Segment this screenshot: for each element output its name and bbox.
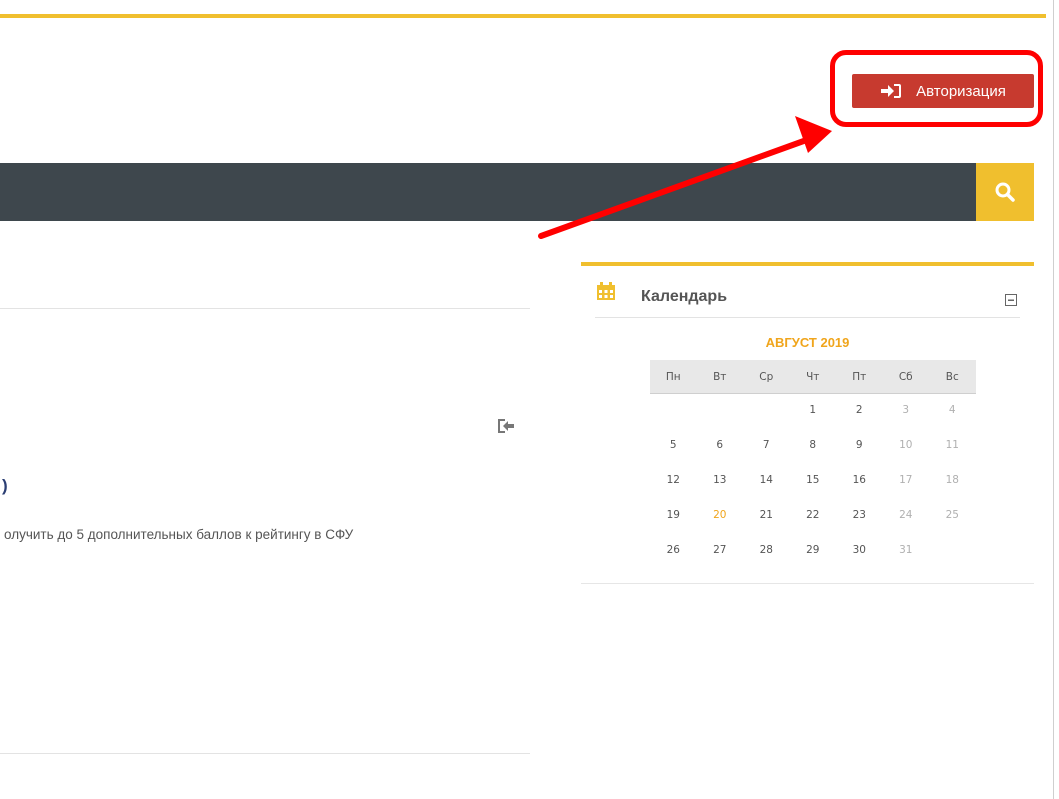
calendar-day[interactable]: 20 [697,499,744,534]
calendar-icon [597,282,615,300]
annotation-highlight-box [830,50,1043,127]
partial-heading: ) [2,476,8,495]
calendar-day[interactable]: 15 [790,464,837,499]
calendar-day[interactable]: 19 [650,499,697,534]
calendar-header-divider [595,317,1020,318]
search-button[interactable] [976,163,1034,221]
calendar-day[interactable]: 4 [929,394,976,429]
calendar-day[interactable]: 8 [790,429,837,464]
calendar-week-row: 12 13 14 15 16 17 18 [650,464,976,499]
calendar-day-empty [929,534,976,569]
calendar-week-row: 5 6 7 8 9 10 11 [650,429,976,464]
calendar-day[interactable]: 9 [836,429,883,464]
calendar-day-empty [697,394,744,429]
calendar-day[interactable]: 17 [883,464,930,499]
calendar-grid: Пн Вт Ср Чт Пт Сб Вс 1 2 3 4 5 6 7 8 9 10 11 12 13 14 15 16 17… [650,360,976,569]
calendar-month-label: АВГУСТ 2019 [765,335,850,350]
calendar-title: Календарь [641,288,728,305]
calendar-weekday: Вс [945,371,959,383]
calendar-day[interactable]: 13 [697,464,744,499]
content-divider-bottom [0,753,530,754]
calendar-day[interactable]: 16 [836,464,883,499]
collapse-icon[interactable] [1005,294,1017,306]
content-divider [0,308,530,309]
calendar-day[interactable]: 26 [650,534,697,569]
calendar-week-row: 1234 [650,394,976,429]
calendar-day[interactable]: 12 [650,464,697,499]
calendar-day[interactable]: 18 [929,464,976,499]
calendar-day[interactable]: 11 [929,429,976,464]
calendar-weekday: Вт [713,371,727,383]
calendar-day[interactable]: 21 [743,499,790,534]
calendar-day[interactable]: 3 [883,394,930,429]
calendar-week-row: 26 27 28 29 30 31 [650,534,976,569]
header-accent-line [0,14,1046,18]
calendar-day[interactable]: 10 [883,429,930,464]
main-navbar [0,163,976,221]
calendar-weekday: Пт [852,371,867,383]
calendar-weekday: Сб [898,371,913,383]
search-icon [995,182,1015,202]
calendar-day-empty [743,394,790,429]
calendar-weekday: Пн [665,371,681,383]
calendar-week-row: 19 20 21 22 23 24 25 [650,499,976,534]
calendar-header: Календарь [581,266,1034,318]
calendar-day[interactable]: 6 [697,429,744,464]
calendar-day[interactable]: 31 [883,534,930,569]
calendar-weekday-row: Пн Вт Ср Чт Пт Сб Вс [650,360,976,394]
calendar-day[interactable]: 1 [790,394,837,429]
calendar-day[interactable]: 28 [743,534,790,569]
calendar-day[interactable]: 24 [883,499,930,534]
calendar-day[interactable]: 29 [790,534,837,569]
calendar-weekday: Ср [759,371,774,383]
calendar-day[interactable]: 5 [650,429,697,464]
calendar-day[interactable]: 2 [836,394,883,429]
calendar-day-empty [650,394,697,429]
description-text: олучить до 5 дополнительных баллов к рей… [4,527,354,542]
sign-out-icon[interactable] [497,418,515,434]
calendar-days: 1 2 3 4 5 6 7 8 9 10 11 12 13 14 15 16 17 18 19 20 21 22 23 24 2… [650,394,976,569]
calendar-day[interactable]: 22 [790,499,837,534]
calendar-day[interactable]: 14 [743,464,790,499]
calendar-widget: Календарь АВГУСТ 2019 Пн Вт Ср Чт Пт Сб Вс 123… [581,262,1034,584]
calendar-day[interactable]: 25 [929,499,976,534]
calendar-day[interactable]: 7 [743,429,790,464]
scrollbar-edge [1053,0,1054,799]
calendar-day[interactable]: 27 [697,534,744,569]
calendar-day[interactable]: 30 [836,534,883,569]
calendar-day[interactable]: 23 [836,499,883,534]
calendar-weekday: Чт [806,371,820,383]
